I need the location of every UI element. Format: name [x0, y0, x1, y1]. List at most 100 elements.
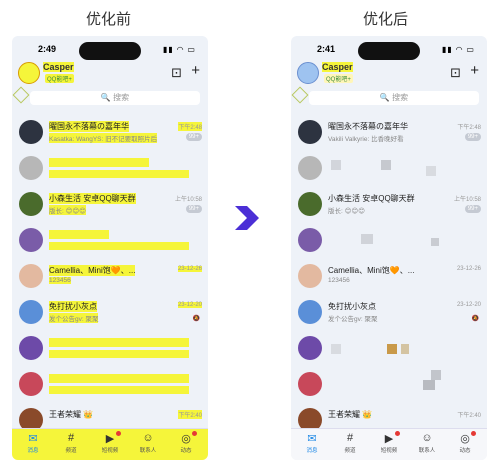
user-status[interactable]: QQ能吧+: [324, 74, 353, 83]
tab-label: 短视频: [101, 448, 119, 454]
tab-video[interactable]: ▶ 短视频: [93, 431, 127, 454]
add-icon[interactable]: +: [470, 62, 479, 79]
dynamic-island: [358, 42, 420, 60]
redacted-block: [49, 242, 189, 250]
tab-contacts[interactable]: ☺ 联系人: [410, 432, 444, 454]
conversation-row[interactable]: [291, 368, 487, 404]
conversation-row[interactable]: 免打扰小灰点 发个公告gv: 聚聚 23-12-20 🔕: [291, 296, 487, 332]
status-bar: 2:49 ▮▮ ◠ ▭: [12, 42, 208, 60]
conversation-row[interactable]: Camellia、Mini饱🧡、... 123456 23-12-26: [12, 260, 208, 296]
notification-dot: [116, 431, 121, 436]
robot-icon[interactable]: ⊡: [450, 65, 461, 81]
tab-bar: ✉ 消息 # 频道 ▶ 短视频 ☺ 联系人 ◎ 动态: [291, 428, 487, 460]
conversation-message: 发个公告gv: 聚聚: [328, 316, 378, 323]
conversation-row[interactable]: 曜国永不落幕の嘉年华 Kasatka: WangYS: 旧不记要取照片后 下午2…: [12, 116, 208, 152]
redacted-block: [49, 230, 109, 239]
robot-icon[interactable]: ⊡: [171, 65, 182, 81]
video-icon: ▶: [384, 433, 394, 445]
user-name[interactable]: Casper: [322, 62, 353, 72]
avatar[interactable]: [297, 62, 319, 84]
conversation-avatar: [19, 336, 43, 360]
redacted-block: [49, 170, 189, 178]
conversation-name: 曜国永不落幕の嘉年华: [328, 122, 408, 131]
tab-label: 频道: [344, 448, 356, 454]
conversation-row[interactable]: [12, 152, 208, 188]
conversation-row[interactable]: [291, 152, 487, 188]
pixelated-block: [426, 166, 436, 176]
notification-dot: [395, 431, 400, 436]
channel-icon: #: [67, 432, 75, 444]
mute-bell-icon: 🔕: [471, 316, 479, 322]
conversation-row[interactable]: 小森生活 安卓QQ聊天群 版长: 😊😊😊 上午10:58 99+: [291, 188, 487, 224]
tab-messages[interactable]: ✉ 消息: [295, 432, 329, 454]
tab-feed[interactable]: ◎ 动态: [448, 431, 482, 454]
pixelated-block: [423, 380, 435, 390]
conversation-row[interactable]: [12, 368, 208, 404]
conversation-avatar: [298, 228, 322, 252]
conversation-message: 123456: [328, 277, 350, 284]
feed-icon: ◎: [460, 433, 470, 445]
add-icon[interactable]: +: [191, 62, 200, 79]
pixelated-block: [331, 160, 341, 170]
conversation-list: 曜国永不落幕の嘉年华 Kasatka: WangYS: 旧不记要取照片后 下午2…: [12, 116, 208, 440]
caption-after: 优化后: [363, 10, 409, 28]
conversation-name: 曜国永不落幕の嘉年华: [49, 121, 129, 132]
message-icon: ✉: [28, 433, 38, 445]
notification-dot: [192, 431, 197, 436]
conversation-avatar: [298, 192, 322, 216]
conversation-avatar: [298, 264, 322, 288]
tab-contacts[interactable]: ☺ 联系人: [131, 432, 165, 454]
tab-label: 联系人: [418, 448, 436, 454]
conversation-time: 上午10:58: [453, 197, 481, 203]
tab-label: 动态: [180, 448, 192, 454]
cube-icon[interactable]: [291, 86, 309, 104]
redacted-block: [49, 338, 189, 347]
conversation-time: 23-12-20: [456, 302, 481, 308]
tab-bar: ✉ 消息 # 频道 ▶ 短视频 ☺ 联系人 ◎ 动态: [12, 428, 208, 460]
conversation-row[interactable]: Camellia、Mini饱🧡、... 123456 23-12-26: [291, 260, 487, 296]
cube-icon[interactable]: [12, 86, 30, 104]
pixelated-block: [387, 344, 397, 354]
tab-messages[interactable]: ✉ 消息: [16, 432, 50, 454]
conversation-avatar: [19, 120, 43, 144]
feed-icon: ◎: [181, 433, 191, 445]
conversation-row[interactable]: 曜国永不落幕の嘉年华 Vakili Valkyrie: 比香晚好看 下午2:48…: [291, 116, 487, 152]
conversation-name: 小森生活 安卓QQ聊天群: [328, 194, 415, 203]
conversation-avatar: [298, 372, 322, 396]
conversation-row[interactable]: [291, 224, 487, 260]
conversation-avatar: [19, 372, 43, 396]
video-icon: ▶: [105, 433, 115, 445]
conversation-row[interactable]: [291, 332, 487, 368]
conversation-name: 小森生活 安卓QQ聊天群: [49, 193, 136, 204]
conversation-list: 曜国永不落幕の嘉年华 Vakili Valkyrie: 比香晚好看 下午2:48…: [291, 116, 487, 440]
conversation-row[interactable]: [12, 332, 208, 368]
conversation-name: Camellia、Mini饱🧡、...: [328, 266, 415, 275]
tab-feed[interactable]: ◎ 动态: [169, 431, 203, 454]
dynamic-island: [79, 42, 141, 60]
unread-badge: 99+: [464, 205, 481, 213]
user-name[interactable]: Casper: [43, 62, 74, 72]
conversation-avatar: [19, 156, 43, 180]
conversation-row[interactable]: 小森生活 安卓QQ聊天群 版长: 😊😊😊 上午10:58 99+: [12, 188, 208, 224]
conversation-row[interactable]: 免打扰小灰点 发个公告gv: 聚聚 23-12-20 🔕: [12, 296, 208, 332]
search-input[interactable]: 🔍 搜索: [30, 91, 200, 105]
redacted-block: [49, 350, 189, 358]
tab-label: 动态: [459, 448, 471, 454]
mute-bell-icon: 🔕: [192, 316, 200, 322]
channel-icon: #: [346, 432, 354, 444]
user-status[interactable]: QQ能吧+: [45, 74, 74, 83]
redacted-block: [49, 386, 189, 394]
avatar[interactable]: [18, 62, 40, 84]
tab-channel[interactable]: # 频道: [54, 432, 88, 454]
tab-video[interactable]: ▶ 短视频: [372, 431, 406, 454]
redacted-block: [49, 374, 189, 383]
search-input[interactable]: 🔍 搜索: [309, 91, 479, 105]
tab-label: 频道: [65, 448, 77, 454]
search-placeholder: 搜索: [113, 93, 130, 102]
conversation-message: 版长: 😊😊😊: [49, 205, 86, 215]
tab-channel[interactable]: # 频道: [333, 432, 367, 454]
conversation-avatar: [19, 264, 43, 288]
conversation-time: 下午2:48: [457, 125, 481, 131]
tab-label: 消息: [306, 448, 318, 454]
conversation-row[interactable]: [12, 224, 208, 260]
